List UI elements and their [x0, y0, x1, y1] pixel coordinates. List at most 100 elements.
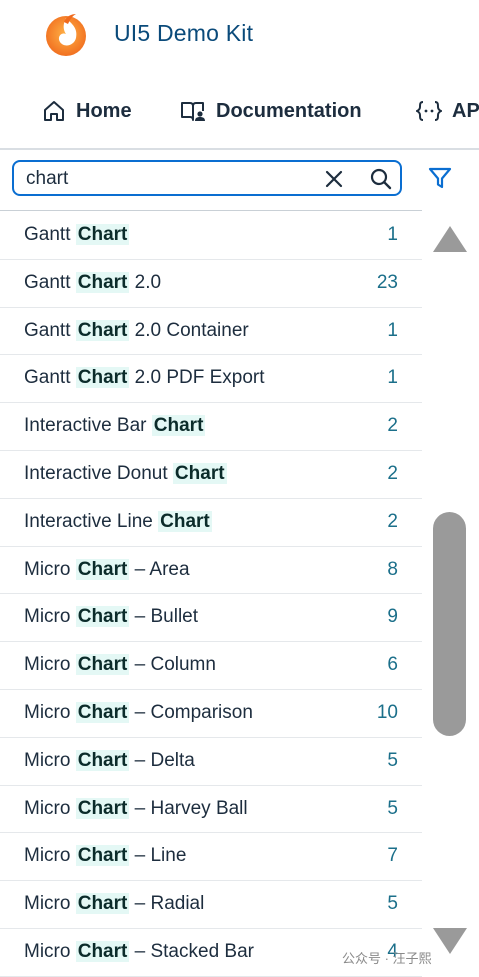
watermark: 公众号 · 汪子熙: [342, 951, 432, 966]
label-prefix: Micro: [24, 606, 76, 628]
list-item-label: Micro Chart – Bullet: [24, 606, 198, 628]
search-icon[interactable]: [370, 168, 392, 190]
result-count: 5: [387, 893, 398, 915]
list-item-label: Micro Chart – Harvey Ball: [24, 797, 248, 820]
home-icon: [44, 101, 64, 121]
nav-home-label: Home: [76, 99, 132, 122]
list-item[interactable]: Micro Chart – Line 7: [0, 833, 422, 882]
label-prefix: Gantt: [24, 271, 76, 293]
label-prefix: Micro: [24, 654, 76, 676]
result-count: 8: [387, 558, 398, 580]
list-item[interactable]: Micro Chart – Radial 5: [0, 881, 422, 929]
top-nav: Home Documentation API: [0, 84, 479, 140]
label-suffix: – Column: [129, 654, 216, 676]
label-prefix: Gantt: [24, 367, 76, 389]
search-match-highlight: Chart: [75, 367, 130, 389]
result-count: 23: [376, 271, 398, 293]
search-match-highlight: Chart: [158, 510, 212, 532]
list-item[interactable]: Micro Chart – Delta 5: [0, 738, 422, 786]
list-item-label: Interactive Line Chart: [24, 510, 212, 533]
list-item[interactable]: Interactive Bar Chart 2: [0, 403, 422, 451]
scroll-down-arrow[interactable]: [433, 928, 467, 954]
nav-api-label: API: [452, 99, 479, 122]
label-prefix: Micro: [24, 749, 76, 771]
app-title: UI5 Demo Kit: [114, 20, 254, 46]
search-match-highlight: Chart: [75, 558, 130, 580]
search-match-highlight: Chart: [75, 749, 130, 771]
list-item-label: Micro Chart – Line: [24, 845, 186, 867]
label-suffix: – Radial: [129, 893, 205, 915]
label-suffix: – Area: [129, 558, 190, 580]
nav-divider: [0, 148, 479, 150]
list-item-label: Interactive Donut Chart: [24, 462, 227, 485]
list-item[interactable]: Gantt Chart 2.0 23: [0, 260, 422, 308]
label-prefix: Micro: [24, 893, 76, 915]
list-item[interactable]: Micro Chart – Area 8: [0, 547, 422, 595]
list-item[interactable]: Gantt Chart 1: [0, 212, 422, 260]
search-field[interactable]: [12, 160, 402, 196]
label-suffix: 2.0: [129, 271, 162, 293]
label-prefix: Gantt: [24, 319, 76, 341]
result-count: 5: [387, 797, 398, 819]
result-count: 2: [387, 510, 398, 532]
scrollbar-thumb[interactable]: [433, 512, 466, 736]
result-count: 1: [387, 224, 398, 245]
list-item-label: Gantt Chart 2.0: [24, 271, 162, 294]
scroll-up-arrow[interactable]: [433, 226, 467, 252]
search-match-highlight: Chart: [151, 415, 206, 437]
book-person-icon: [181, 102, 205, 121]
label-suffix: – Delta: [129, 749, 195, 771]
close-icon[interactable]: [324, 169, 344, 189]
label-suffix: 2.0 Container: [129, 319, 249, 341]
list-item-label: Micro Chart – Column: [24, 654, 216, 676]
nav-home[interactable]: Home: [42, 96, 132, 126]
nav-documentation[interactable]: Documentation: [180, 96, 362, 126]
curly-braces-icon: [416, 101, 442, 121]
nav-documentation-label: Documentation: [216, 99, 362, 122]
list-item[interactable]: Micro Chart – Column 6: [0, 642, 422, 690]
search-match-highlight: Chart: [172, 462, 227, 484]
list-item[interactable]: Micro Chart – Comparison 10: [0, 690, 422, 738]
search-match-highlight: Chart: [75, 845, 130, 867]
result-list: Gantt Chart 1 Gantt Chart 2.0 23 Gantt Chart…: [0, 212, 422, 977]
label-prefix: Micro: [24, 940, 76, 962]
list-item-label: Micro Chart – Comparison: [24, 701, 253, 724]
ui5-logo[interactable]: [42, 8, 90, 56]
label-prefix: Interactive Donut: [24, 462, 173, 484]
label-suffix: – Line: [129, 845, 187, 867]
search-match-highlight: Chart: [75, 319, 130, 341]
search-match-highlight: Chart: [75, 271, 130, 293]
list-item[interactable]: Gantt Chart 2.0 Container 1: [0, 308, 422, 356]
nav-api[interactable]: API: [416, 96, 479, 126]
list-item[interactable]: Gantt Chart 2.0 PDF Export 1: [0, 355, 422, 404]
label-suffix: 2.0 PDF Export: [129, 367, 265, 389]
label-suffix: – Stacked Bar: [129, 940, 254, 962]
list-item[interactable]: Micro Chart – Harvey Ball 5: [0, 786, 422, 834]
search-match-highlight: Chart: [75, 701, 130, 723]
list-item[interactable]: Interactive Line Chart 2: [0, 499, 422, 547]
app-header: UI5 Demo Kit: [0, 0, 479, 72]
list-item-label: Interactive Bar Chart: [24, 415, 206, 437]
search-input[interactable]: [26, 166, 306, 192]
result-count: 6: [387, 654, 398, 676]
result-count: 10: [376, 701, 398, 723]
list-item[interactable]: Micro Chart – Bullet 9: [0, 594, 422, 643]
list-item-label: Gantt Chart 2.0 Container: [24, 319, 249, 342]
search-match-highlight: Chart: [75, 224, 130, 245]
label-suffix: – Comparison: [129, 701, 253, 723]
search-match-highlight: Chart: [75, 606, 130, 628]
label-suffix: – Bullet: [129, 606, 199, 628]
list-item[interactable]: Interactive Donut Chart 2: [0, 451, 422, 499]
filter-icon[interactable]: [428, 166, 452, 190]
result-count: 2: [387, 415, 398, 437]
label-prefix: Interactive Bar: [24, 415, 152, 437]
search-match-highlight: Chart: [75, 797, 130, 819]
label-prefix: Interactive Line: [24, 510, 159, 532]
label-suffix: – Harvey Ball: [129, 797, 248, 819]
result-count: 1: [387, 319, 398, 341]
label-prefix: Micro: [24, 845, 76, 867]
result-count: 1: [387, 367, 398, 389]
list-item-label: Micro Chart – Stacked Bar: [24, 940, 254, 963]
result-count: 9: [387, 606, 398, 628]
label-prefix: Micro: [24, 558, 76, 580]
